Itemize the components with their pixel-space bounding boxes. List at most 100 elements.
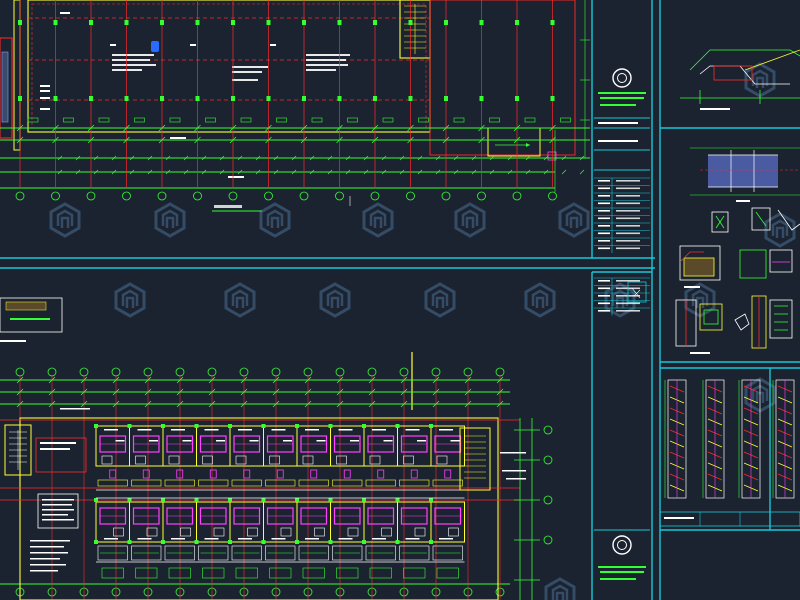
- title-block-text: [598, 310, 610, 312]
- title-block-text: [616, 195, 640, 197]
- column-marker: [550, 20, 555, 25]
- room-label: [450, 440, 460, 442]
- title-block-text: [616, 217, 640, 220]
- room-label: [137, 429, 152, 431]
- room-label: [439, 538, 453, 540]
- title-block-text: [616, 202, 640, 205]
- column-marker: [161, 498, 165, 502]
- column-marker: [194, 498, 199, 502]
- column-marker: [395, 540, 400, 544]
- column-marker: [408, 20, 413, 25]
- column-marker: [444, 20, 448, 25]
- room-label: [104, 429, 118, 431]
- title-block-text: [598, 280, 610, 282]
- column-marker: [127, 498, 132, 502]
- column-marker: [395, 498, 400, 502]
- column-marker: [124, 20, 129, 25]
- room-label: [238, 429, 252, 431]
- title-block-text: [598, 217, 610, 220]
- room-label: [204, 538, 219, 540]
- column-marker: [479, 20, 484, 25]
- column-marker: [429, 540, 433, 544]
- column-marker: [295, 424, 299, 428]
- column-marker: [228, 498, 232, 502]
- column-marker: [160, 20, 164, 25]
- column-marker: [550, 96, 555, 101]
- column-marker: [127, 540, 132, 544]
- title-block-text: [616, 225, 640, 227]
- column-marker: [295, 540, 299, 544]
- column-marker: [94, 498, 98, 502]
- title-block-text: [598, 295, 610, 297]
- room-label: [316, 440, 326, 442]
- column-marker: [373, 20, 377, 25]
- column-marker: [261, 424, 266, 428]
- title-block-text: [598, 225, 610, 227]
- room-label: [405, 429, 420, 431]
- title-block-text: [598, 302, 610, 305]
- column-marker: [266, 96, 271, 101]
- column-marker: [337, 20, 342, 25]
- room-label: [249, 440, 259, 442]
- room-label: [182, 440, 192, 442]
- column-marker: [261, 540, 266, 544]
- title-block-text: [616, 210, 640, 212]
- room-label: [115, 440, 125, 442]
- column-marker: [328, 540, 333, 544]
- column-marker: [261, 498, 266, 502]
- column-marker: [337, 96, 342, 101]
- room-label: [149, 440, 158, 442]
- column-marker: [302, 96, 306, 101]
- title-block-text: [616, 247, 640, 250]
- room-label: [271, 538, 286, 540]
- column-marker: [18, 96, 22, 101]
- cad-drawing-canvas: [0, 0, 800, 600]
- column-marker: [127, 424, 132, 428]
- title-block-text: [616, 240, 640, 242]
- title-block-text: [616, 232, 640, 235]
- column-marker: [228, 424, 232, 428]
- column-marker: [53, 96, 58, 101]
- room-label: [171, 538, 185, 540]
- room-label: [216, 440, 225, 442]
- column-marker: [195, 20, 200, 25]
- column-marker: [231, 20, 235, 25]
- column-marker: [515, 20, 519, 25]
- room-label: [137, 538, 152, 540]
- column-marker: [479, 96, 484, 101]
- column-marker: [195, 96, 200, 101]
- column-marker: [373, 96, 377, 101]
- title-block-text: [616, 310, 640, 312]
- column-marker: [408, 96, 413, 101]
- room-label: [171, 429, 185, 431]
- column-marker: [124, 96, 129, 101]
- title-block-text: [598, 240, 610, 242]
- column-marker: [161, 540, 165, 544]
- column-marker: [362, 424, 366, 428]
- title-block-text: [598, 247, 610, 250]
- column-marker: [328, 424, 333, 428]
- column-marker: [89, 20, 93, 25]
- title-block-text: [598, 232, 610, 235]
- room-label: [238, 538, 252, 540]
- column-marker: [18, 20, 22, 25]
- room-label: [305, 538, 319, 540]
- column-marker: [395, 424, 400, 428]
- title-block-text: [598, 180, 610, 182]
- room-label: [383, 440, 393, 442]
- column-marker: [194, 540, 199, 544]
- column-marker: [94, 424, 98, 428]
- title-block-text: [598, 202, 610, 205]
- room-label: [338, 429, 353, 431]
- room-label: [305, 429, 319, 431]
- column-marker: [194, 424, 199, 428]
- column-marker: [228, 540, 232, 544]
- column-marker: [429, 498, 433, 502]
- room-label: [405, 538, 420, 540]
- room-label: [204, 429, 219, 431]
- column-marker: [161, 424, 165, 428]
- column-marker: [231, 96, 235, 101]
- room-label: [104, 538, 118, 540]
- room-label: [283, 440, 292, 442]
- column-marker: [89, 96, 93, 101]
